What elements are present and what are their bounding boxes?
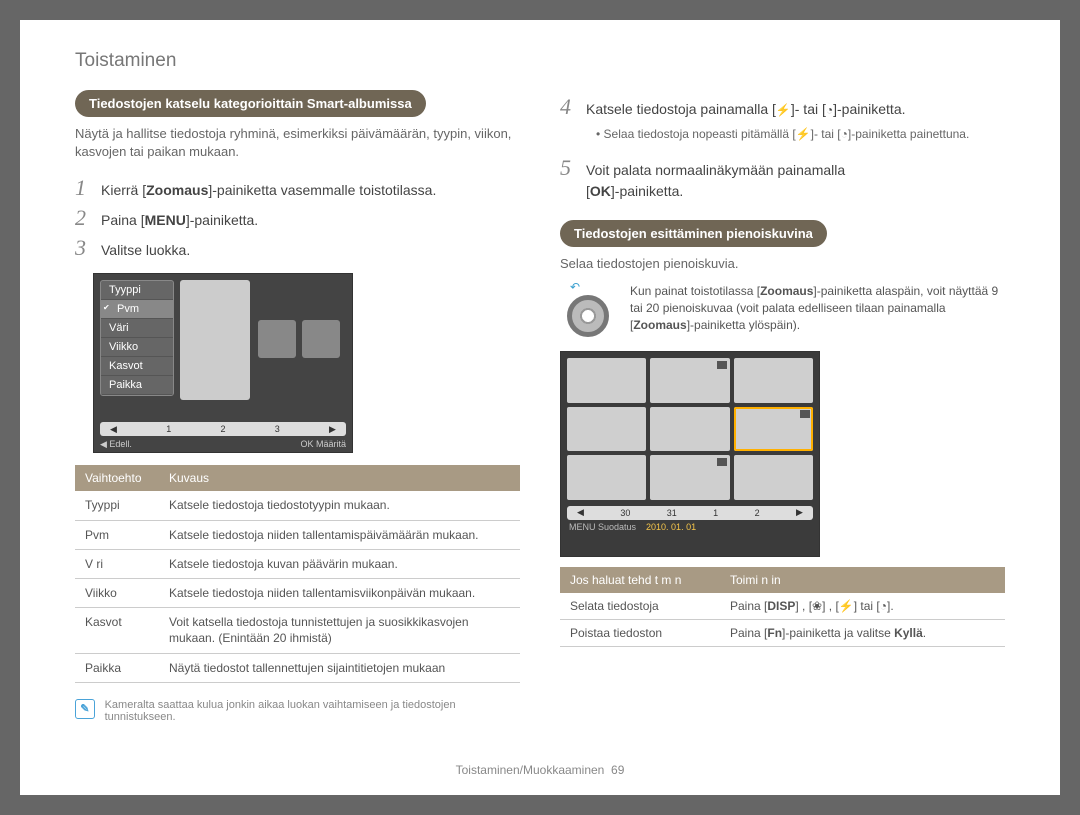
step-number: 4 (560, 94, 576, 120)
ruler-arrow-left-icon: ◀ (577, 507, 584, 518)
table-row: PvmKatsele tiedostoja niiden tallentamis… (75, 520, 520, 549)
category-menu-item-selected: Pvm (101, 300, 173, 319)
ok-key: OK (590, 183, 611, 199)
thumb-cell (734, 455, 813, 500)
table-row: ViikkoKatsele tiedostoja niiden tallenta… (75, 578, 520, 607)
thumb-cell (734, 358, 813, 403)
thumb-cell (567, 455, 646, 500)
actions-head-right: Toimi n in (720, 567, 1005, 593)
step-number: 3 (75, 235, 91, 261)
flash-left-icon: ⚡ (839, 600, 854, 612)
ruler-arrow-right-icon: ▶ (329, 424, 336, 435)
info-icon: ✎ (75, 699, 95, 719)
category-menu-item: Viikko (101, 338, 173, 357)
step-5: 5 Voit palata normaalinäkymään painamall… (560, 155, 1005, 202)
step-number: 2 (75, 205, 91, 231)
timer-right-icon: ◔ (841, 128, 848, 140)
ruler-arrow-left-icon: ◀ (110, 424, 117, 435)
preview-large (180, 280, 250, 400)
table-row: Selata tiedostoja Paina [DISP] , [❀] , [… (560, 593, 1005, 620)
disp-key: DISP (767, 599, 795, 613)
step-3: 3 Valitse luokka. (75, 235, 520, 261)
table-row: V riKatsele tiedostoja kuvan päävärin mu… (75, 549, 520, 578)
flash-left-icon: ⚡ (776, 104, 791, 116)
page-footer: Toistaminen/Muokkaaminen 69 (20, 763, 1060, 777)
video-badge-icon (717, 361, 727, 369)
step-4: 4 Katsele tiedostoja painamalla [⚡]- tai… (560, 94, 1005, 120)
screenshot-footer: MENU Suodatus 2010. 01. 01 (561, 520, 819, 536)
zoom-dial-illustration: ↶ (560, 283, 616, 339)
options-table: Vaihtoehto Kuvaus TyyppiKatsele tiedosto… (75, 465, 520, 682)
menu-key: MENU (145, 212, 186, 228)
note: ✎ Kameralta saattaa kulua jonkin aikaa l… (75, 699, 520, 723)
category-menu-item: Kasvot (101, 357, 173, 376)
right-column: 4 Katsele tiedostoja painamalla [⚡]- tai… (560, 90, 1005, 723)
fn-key: Fn (767, 626, 782, 640)
step-2: 2 Paina [MENU]-painiketta. (75, 205, 520, 231)
step-4-bullet: Selaa tiedostoja nopeasti pitämällä [⚡]-… (596, 126, 1005, 143)
thumb-cell-selected (734, 407, 813, 452)
thumb-cell (650, 407, 729, 452)
ruler-arrow-right-icon: ▶ (796, 507, 803, 518)
date-ruler: ◀ 30 31 1 2 ▶ (567, 506, 813, 520)
options-head-desc: Kuvaus (159, 465, 520, 491)
macro-down-icon: ❀ (812, 600, 822, 612)
preview-small (258, 320, 296, 358)
category-menu-item: Tyyppi (101, 281, 173, 300)
thumb-cell (650, 358, 729, 403)
zoom-arrow-icon: ↶ (570, 280, 579, 294)
thumbnail-screenshot: ◀ 30 31 1 2 ▶ MENU Suodatus 2010. 01. 01 (560, 351, 820, 557)
category-menu: Tyyppi Pvm Väri Viikko Kasvot Paikka (100, 280, 174, 396)
step-number: 1 (75, 175, 91, 201)
actions-head-left: Jos haluat tehd t m n (560, 567, 720, 593)
zoom-key: Zoomaus (146, 182, 208, 198)
section-title-thumbs: Tiedostojen esittäminen pienoiskuvina (560, 220, 827, 247)
video-badge-icon (717, 458, 727, 466)
flash-left-icon: ⚡ (796, 128, 811, 140)
category-screenshot: Tyyppi Pvm Väri Viikko Kasvot Paikka ◀ 1… (93, 273, 353, 453)
table-row: TyyppiKatsele tiedostoja tiedostotyypin … (75, 491, 520, 520)
thumb-cell (650, 455, 729, 500)
page-title: Toistaminen (75, 50, 1005, 72)
thumb-intro: Selaa tiedostojen pienoiskuvia. (560, 255, 1005, 273)
thumb-cell (567, 358, 646, 403)
category-menu-item: Paikka (101, 376, 173, 395)
dial-icon (567, 295, 609, 337)
options-head-option: Vaihtoehto (75, 465, 159, 491)
page: Toistaminen Tiedostojen katselu kategori… (20, 20, 1060, 795)
table-row: KasvotVoit katsella tiedostoja tunnistet… (75, 608, 520, 653)
intro-text: Näytä ja hallitse tiedostoja ryhminä, es… (75, 125, 520, 161)
note-text: Kameralta saattaa kulua jonkin aikaa luo… (105, 699, 520, 723)
screenshot-footer: ◀ Edell. OK Määritä (100, 439, 346, 450)
date-ruler: ◀ 1 2 3 ▶ (100, 422, 346, 436)
zoom-description: Kun painat toistotilassa [Zoomaus]-paini… (630, 283, 1005, 333)
step-1: 1 Kierrä [Zoomaus]-painiketta vasemmalle… (75, 175, 520, 201)
timer-right-icon: ◔ (880, 600, 887, 612)
preview-small (302, 320, 340, 358)
category-menu-item: Väri (101, 319, 173, 338)
table-row: Poistaa tiedoston Paina [Fn]-painiketta … (560, 619, 1005, 646)
section-title-left: Tiedostojen katselu kategorioittain Smar… (75, 90, 426, 117)
left-column: Tiedostojen katselu kategorioittain Smar… (75, 90, 520, 723)
thumb-cell (567, 407, 646, 452)
actions-table: Jos haluat tehd t m n Toimi n in Selata … (560, 567, 1005, 647)
table-row: PaikkaNäytä tiedostot tallennettujen sij… (75, 653, 520, 682)
video-badge-icon (800, 410, 810, 418)
step-number: 5 (560, 155, 576, 181)
